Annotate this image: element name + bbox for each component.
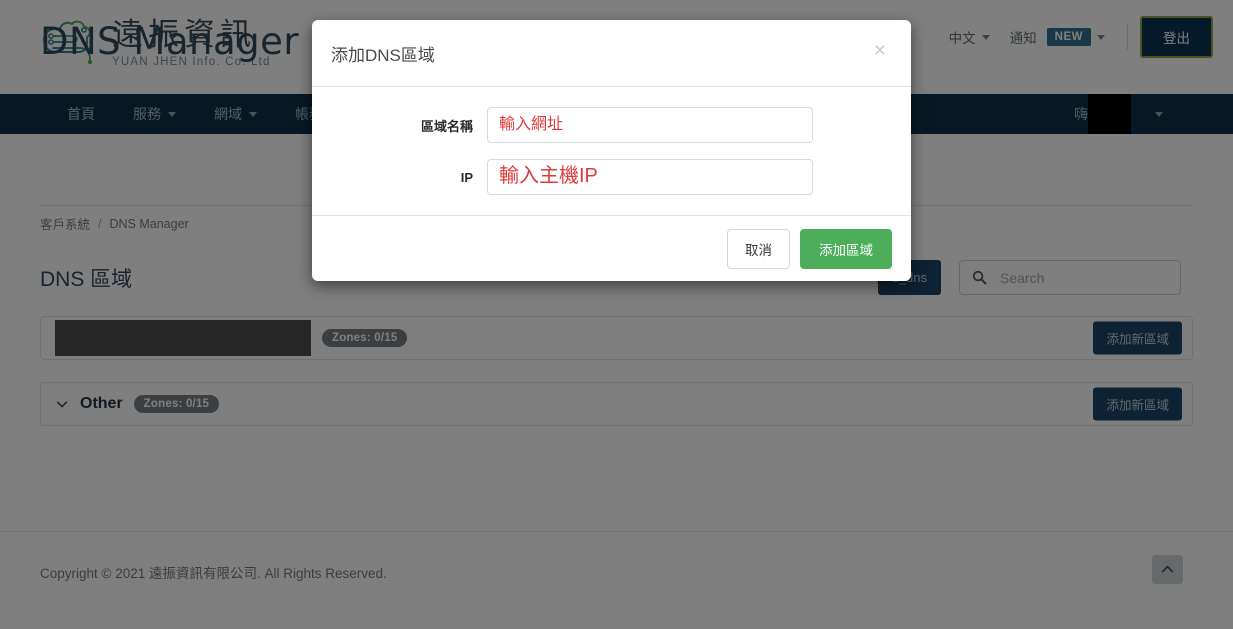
ip-input[interactable]: [487, 159, 813, 195]
zone-name-label: 區域名稱: [420, 118, 473, 134]
dialog-footer: 取消 添加區域: [312, 215, 911, 281]
cancel-button[interactable]: 取消: [727, 228, 790, 269]
close-icon[interactable]: ×: [868, 38, 892, 63]
app-window: 遠振資訊 YUAN JHEN Info. Co. Ltd 中文 通知 NEW 登…: [0, 0, 1233, 629]
form-row-zone-name: 區域名稱: [312, 107, 911, 143]
dialog-body: 區域名稱 IP: [312, 87, 911, 215]
form-row-ip: IP: [312, 159, 911, 195]
add-zone-submit-button[interactable]: 添加區域: [800, 228, 892, 269]
zone-name-input[interactable]: [487, 107, 813, 143]
dialog-title: 添加DNS區域: [331, 45, 435, 65]
dialog-header: 添加DNS區域 ×: [312, 20, 911, 87]
ip-label: IP: [460, 169, 473, 185]
add-dns-zone-dialog: 添加DNS區域 × 區域名稱 IP 取消 添加區域: [312, 20, 911, 281]
